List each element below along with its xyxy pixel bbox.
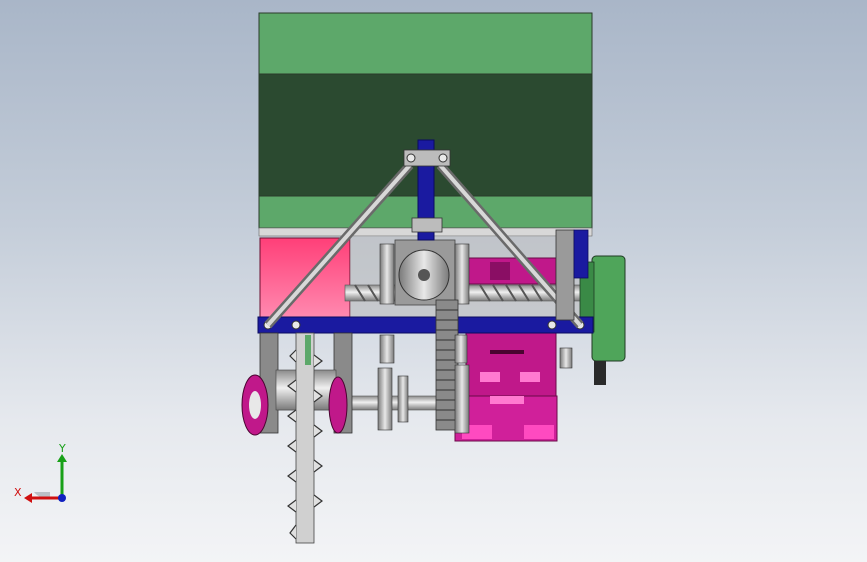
left-ground-wheel[interactable] — [241, 374, 269, 436]
furrow-opener[interactable] — [287, 332, 323, 544]
x-axis-head — [24, 493, 32, 503]
right-ground-wheel[interactable] — [328, 376, 348, 434]
y-axis-head — [57, 454, 67, 462]
main-frame-bar[interactable] — [257, 316, 594, 334]
z-axis-dot — [58, 494, 66, 502]
drive-gear-disc[interactable] — [379, 239, 470, 306]
seed-meter-housing[interactable] — [454, 331, 558, 442]
x-axis-label: X — [14, 486, 22, 499]
axis-triad: Y X — [14, 442, 67, 503]
y-axis-label: Y — [58, 442, 66, 455]
cad-viewport[interactable]: Y X — [0, 0, 867, 562]
bearing-discs[interactable] — [377, 334, 470, 434]
seeder-assembly-model[interactable] — [0, 0, 867, 562]
